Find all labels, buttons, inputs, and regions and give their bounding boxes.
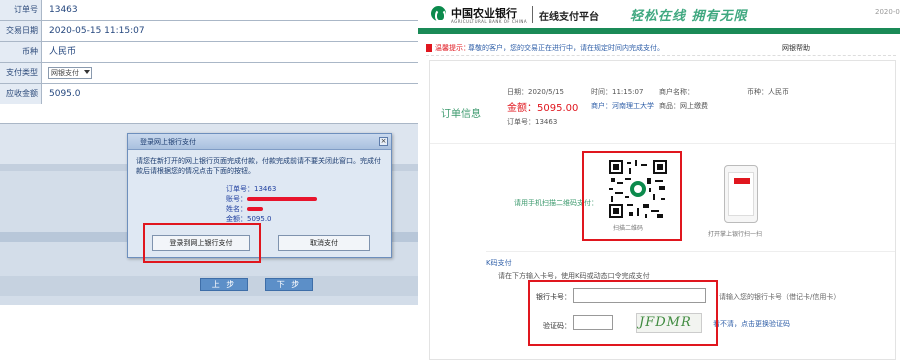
order-number-label: 订单号 [0,0,42,20]
currency-value: 人民币 [49,47,77,57]
help-link[interactable]: 网银帮助 [782,43,810,53]
dialog-order-number: 订单号：13463 [226,185,277,193]
header-divider [532,6,533,23]
next-step-button[interactable]: 下 步 [265,278,313,291]
highlight-box [582,151,682,241]
dialog-name: 姓名： [226,204,317,214]
order-number-row: 订单号 13463 [0,0,418,21]
abc-logo-icon [431,6,446,22]
order-merchant: 商户名称： [659,88,694,96]
dialog-account: 账号： [226,194,317,204]
redaction-mark [247,197,317,201]
order-shop: 商户：河南理工大学 [591,102,654,110]
card-number-hint: 请输入您的银行卡号（借记卡/信用卡） [719,293,841,301]
alert-icon [426,44,432,52]
trade-date-value: 2020-05-15 11:15:07 [49,26,145,36]
screenshot-root: 订单号 13463 交易日期 2020-05-15 11:15:07 币种 人民… [0,0,900,363]
phone-caption: 打开掌上银行扫一扫 [708,231,763,238]
order-number-value: 13463 [49,5,78,15]
refresh-captcha-link[interactable]: 看不清，点击更换验证码 [713,319,790,329]
order-amount: 金额：5095.00 [507,103,579,114]
payment-type-label: 支付类型 [0,63,42,83]
trade-date-row: 交易日期 2020-05-15 11:15:07 [0,21,418,42]
dialog-name-label: 姓名： [226,205,247,213]
payment-type-row: 支付类型 网银支付 [0,63,418,84]
prev-step-button[interactable]: 上 步 [200,278,248,291]
dialog-order-info: 订单号：13463 账号： 姓名： 金额：5095.0 [226,184,317,224]
payment-type-selected: 网银支付 [51,69,79,77]
close-icon[interactable]: × [379,137,388,146]
order-goods: 商品：网上缴费 [659,102,708,110]
redaction-mark [247,207,263,211]
dialog-account-label: 账号： [226,195,247,203]
notice-bar: 温馨提示： 尊敬的客户，您的交易正在进行中，请在规定时间内完成支付。 网银帮助 [426,41,896,56]
platform-title: 在线支付平台 [539,12,599,23]
kbao-title: K码支付 [486,259,512,267]
abc-payment-page: 中国农业银行 AGRICULTURAL BANK OF CHINA 在线支付平台… [418,0,900,363]
chevron-down-icon [84,70,90,74]
order-number: 订单号：13463 [507,118,558,126]
trade-date-label: 交易日期 [0,21,42,41]
currency-row: 币种 人民币 [0,42,418,63]
bank-english-name: AGRICULTURAL BANK OF CHINA [451,19,528,24]
mobile-phone-icon [724,165,758,223]
highlight-box [143,223,261,263]
order-currency: 币种：人民币 [747,88,789,96]
merchant-order-panel: 订单号 13463 交易日期 2020-05-15 11:15:07 币种 人民… [0,0,418,305]
currency-label: 币种 [0,42,42,62]
header-date: 2020-05 [875,8,900,16]
notice-text[interactable]: 尊敬的客户，您的交易正在进行中，请在规定时间内完成支付。 [468,43,664,53]
order-info-title: 订单信息 [441,109,481,120]
bank-header: 中国农业银行 AGRICULTURAL BANK OF CHINA 在线支付平台… [418,0,900,28]
phone-screen [728,172,754,216]
slogan: 轻松在线 拥有无限 [630,9,748,24]
divider [486,251,895,252]
payment-type-select[interactable]: 网银支付 [48,67,92,79]
green-top-bar [418,28,900,34]
cancel-pay-button[interactable]: 取消支付 [278,235,370,251]
notice-label: 温馨提示： [435,44,470,52]
amount-row: 应收金额 5095.0 [0,84,418,124]
amount-value: 5095.0 [49,89,81,99]
dialog-message: 请您在新打开的网上银行页面完成付款，付款完成前请不要关闭此窗口。完成付款后请根据… [136,157,381,175]
order-date: 日期：2020/5/15 [507,88,564,96]
order-time: 时间：11:15:07 [591,88,644,96]
dialog-title: 登录网上银行支付 [128,134,391,150]
divider [430,143,895,144]
phone-app-banner [734,178,750,184]
highlight-box [528,280,718,346]
amount-label: 应收金额 [0,84,42,104]
